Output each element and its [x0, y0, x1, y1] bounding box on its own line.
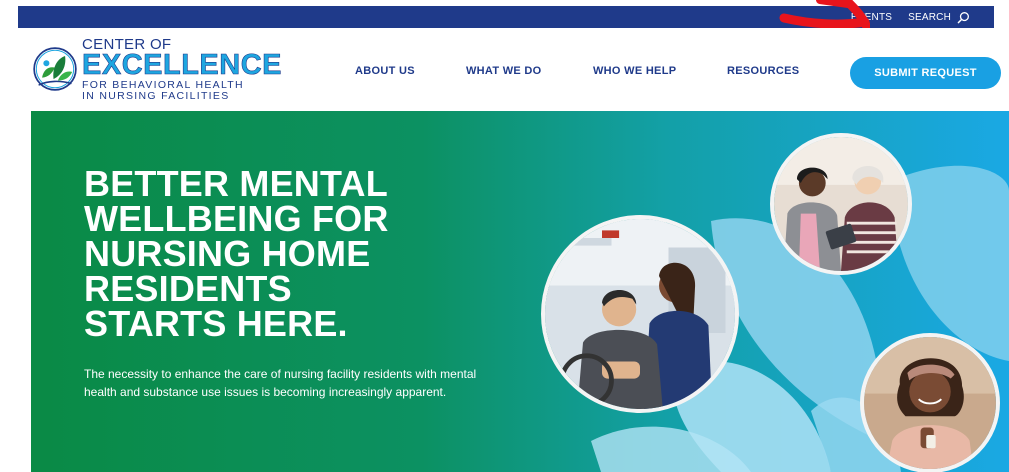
logo-line-4: IN NURSING FACILITIES	[82, 89, 230, 102]
hero-title-line: RESIDENTS	[84, 268, 292, 309]
hero-description: The necessity to enhance the care of nur…	[84, 367, 477, 399]
caregiver-with-resident-photo	[770, 133, 912, 275]
site-logo[interactable]: CENTER OF EXCELLENCE FOR BEHAVIORAL HEAL…	[32, 36, 282, 102]
search-icon[interactable]	[957, 11, 970, 24]
submit-request-button[interactable]: SUBMIT REQUEST	[850, 57, 1001, 89]
logo-line-2: EXCELLENCE	[82, 49, 282, 81]
utility-links: EVENTS SEARCH	[851, 6, 970, 28]
hero-title-line: NURSING HOME	[84, 233, 371, 274]
hero-title-line: STARTS HERE.	[84, 303, 348, 344]
search-link-label[interactable]: SEARCH	[908, 12, 951, 23]
site-header: CENTER OF EXCELLENCE FOR BEHAVIORAL HEAL…	[0, 28, 1009, 110]
hero-title-line: BETTER MENTAL	[84, 163, 388, 204]
nav-who-we-help[interactable]: WHO WE HELP	[593, 65, 676, 77]
utility-bar: EVENTS SEARCH	[18, 6, 994, 28]
hero-title-line: WELLBEING FOR	[84, 198, 389, 239]
nurse-and-resident-photo	[541, 215, 739, 413]
search-link[interactable]: SEARCH	[908, 11, 970, 24]
logo-line-3: FOR BEHAVIORAL HEALTH	[82, 79, 244, 91]
nav-about-us[interactable]: ABOUT US	[355, 65, 415, 77]
nav-resources[interactable]: RESOURCES	[727, 65, 799, 77]
logo-text: CENTER OF EXCELLENCE FOR BEHAVIORAL HEAL…	[82, 37, 282, 101]
smiling-woman-photo	[860, 333, 1000, 472]
events-link[interactable]: EVENTS	[851, 12, 892, 23]
nav-what-we-do[interactable]: WHAT WE DO	[466, 65, 542, 77]
hero-banner: BETTER MENTAL WELLBEING FOR NURSING HOME…	[31, 111, 1009, 472]
leaves-circle-logo-icon	[33, 47, 77, 91]
hero-title: BETTER MENTAL WELLBEING FOR NURSING HOME…	[84, 163, 504, 344]
